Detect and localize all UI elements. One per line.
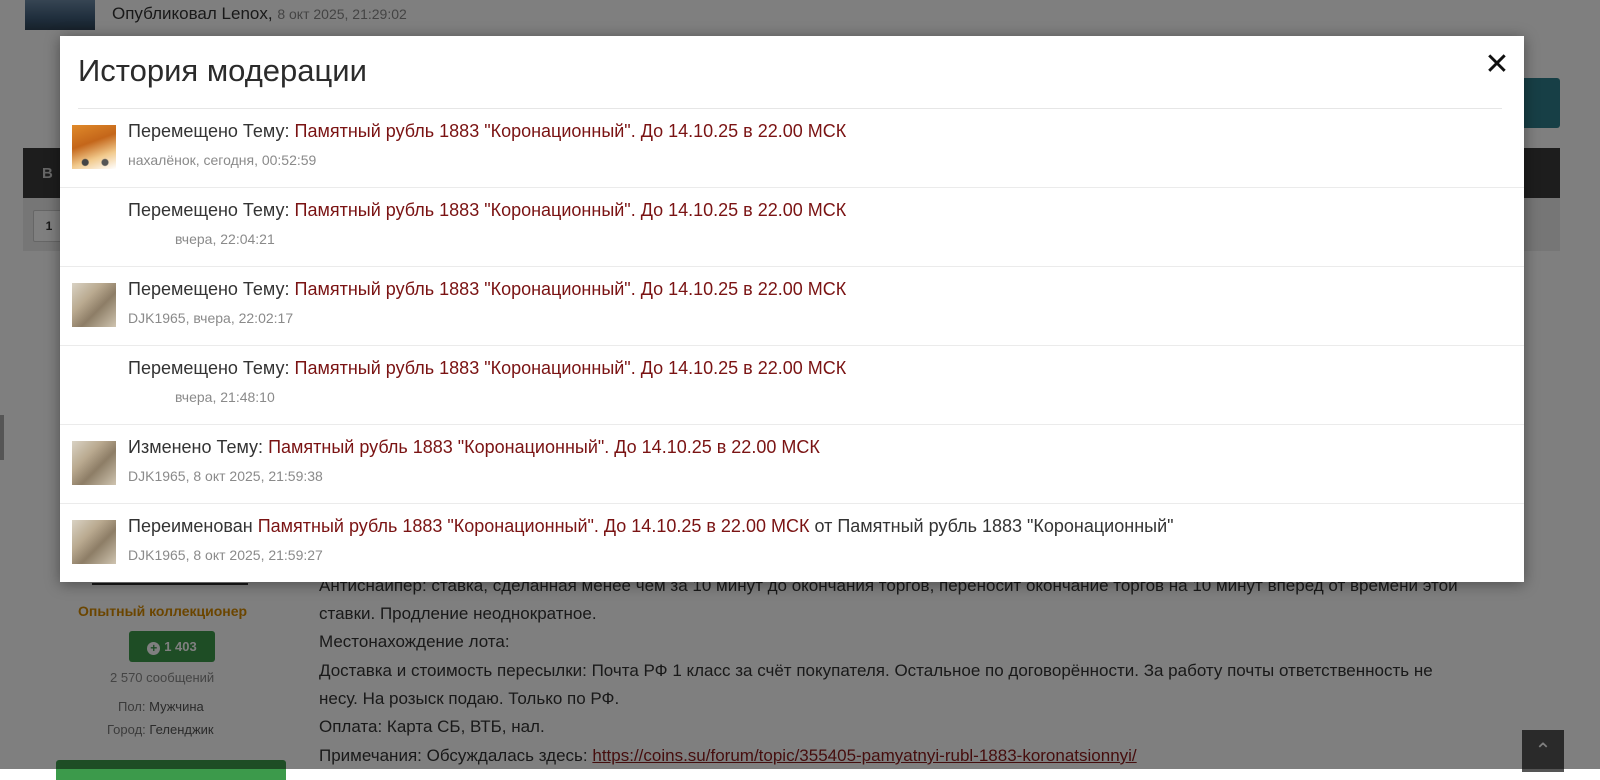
moderation-log-list: Перемещено Тему: Памятный рубль 1883 "Ко… [60, 109, 1524, 582]
log-action: Изменено Тему: Памятный рубль 1883 "Коро… [128, 437, 820, 458]
log-entry: Переименован Памятный рубль 1883 "Корона… [60, 504, 1524, 582]
action-label: Переименован [128, 516, 253, 536]
topic-link[interactable]: Памятный рубль 1883 "Коронационный". До … [258, 516, 810, 536]
avatar[interactable] [72, 125, 116, 169]
log-action: Перемещено Тему: Памятный рубль 1883 "Ко… [128, 279, 846, 300]
topic-link[interactable]: Памятный рубль 1883 "Коронационный". До … [295, 279, 847, 299]
topic-link[interactable]: Памятный рубль 1883 "Коронационный". До … [268, 437, 820, 457]
moderation-history-modal: История модерации ✕ Перемещено Тему: Пам… [60, 36, 1524, 582]
modal-header: История модерации ✕ [78, 36, 1510, 109]
log-entry: Изменено Тему: Памятный рубль 1883 "Коро… [60, 425, 1524, 504]
avatar[interactable] [72, 283, 116, 327]
action-label: Перемещено Тему: [128, 121, 290, 141]
log-action: Перемещено Тему: Памятный рубль 1883 "Ко… [128, 200, 846, 221]
avatar[interactable] [72, 441, 116, 485]
log-entry: Перемещено Тему: Памятный рубль 1883 "Ко… [60, 267, 1524, 346]
modal-title: История модерации [78, 53, 367, 88]
log-action: Переименован Памятный рубль 1883 "Корона… [128, 516, 1174, 537]
rename-from: от Памятный рубль 1883 "Коронационный" [814, 516, 1174, 536]
log-meta: вчера, 22:04:21 [175, 231, 275, 247]
log-entry: Перемещено Тему: Памятный рубль 1883 "Ко… [60, 109, 1524, 188]
close-icon[interactable]: ✕ [1482, 50, 1512, 80]
action-label: Перемещено Тему: [128, 358, 290, 378]
log-action: Перемещено Тему: Памятный рубль 1883 "Ко… [128, 121, 846, 142]
log-action: Перемещено Тему: Памятный рубль 1883 "Ко… [128, 358, 846, 379]
topic-link[interactable]: Памятный рубль 1883 "Коронационный". До … [295, 200, 847, 220]
topic-link[interactable]: Памятный рубль 1883 "Коронационный". До … [295, 358, 847, 378]
action-label: Перемещено Тему: [128, 200, 290, 220]
log-entry: Перемещено Тему: Памятный рубль 1883 "Ко… [60, 346, 1524, 425]
log-meta: DJK1965, 8 окт 2025, 21:59:27 [128, 547, 323, 563]
log-meta: нахалёнок, сегодня, 00:52:59 [128, 152, 317, 168]
log-entry: Перемещено Тему: Памятный рубль 1883 "Ко… [60, 188, 1524, 267]
topic-link[interactable]: Памятный рубль 1883 "Коронационный". До … [295, 121, 847, 141]
action-label: Перемещено Тему: [128, 279, 290, 299]
avatar[interactable] [72, 520, 116, 564]
log-meta: вчера, 21:48:10 [175, 389, 275, 405]
log-meta: DJK1965, вчера, 22:02:17 [128, 310, 294, 326]
log-meta: DJK1965, 8 окт 2025, 21:59:38 [128, 468, 323, 484]
action-label: Изменено Тему: [128, 437, 264, 457]
